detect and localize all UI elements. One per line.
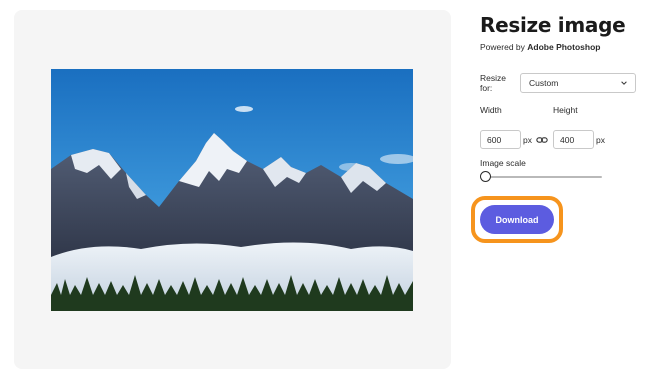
mountain-photo [51, 69, 413, 311]
resize-panel: Resize image Powered by Adobe Photoshop … [471, 12, 640, 243]
width-label: Width [480, 105, 502, 115]
resize-for-row: Resize for: Custom [480, 73, 636, 93]
image-scale-label: Image scale [480, 158, 526, 168]
image-preview [51, 69, 413, 311]
powered-prefix: Powered by [480, 42, 525, 52]
height-input[interactable]: 400 [553, 130, 594, 149]
height-unit: px [596, 135, 605, 145]
powered-brand: Adobe Photoshop [527, 42, 601, 52]
slider-track [485, 176, 602, 178]
powered-by-text: Powered by Adobe Photoshop [480, 42, 600, 52]
page-title: Resize image [480, 13, 626, 37]
width-unit: px [523, 135, 532, 145]
resize-for-label: Resize for: [480, 73, 506, 93]
height-label: Height [553, 105, 578, 115]
download-button[interactable]: Download [480, 205, 554, 234]
slider-thumb[interactable] [480, 171, 491, 182]
width-input[interactable]: 600 [480, 130, 521, 149]
link-icon[interactable] [536, 134, 548, 146]
image-scale-slider[interactable] [480, 170, 602, 184]
resize-for-select[interactable]: Custom [520, 73, 636, 93]
resize-for-value: Custom [529, 78, 559, 88]
chevron-down-icon [621, 81, 627, 85]
